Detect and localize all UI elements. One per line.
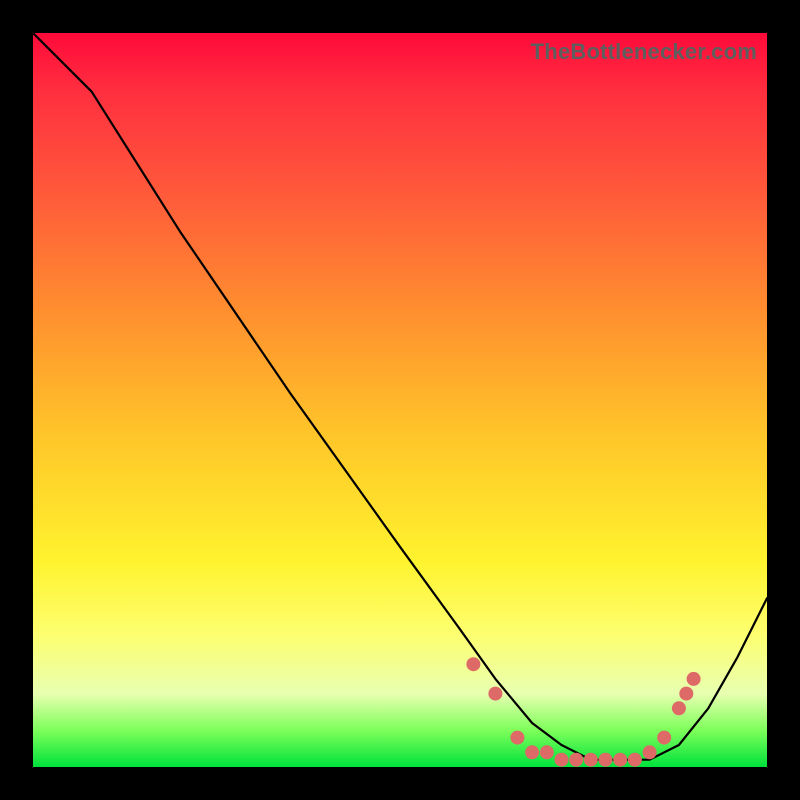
marker-dot [525, 745, 539, 759]
marker-dot [584, 753, 598, 767]
chart-frame: TheBottlenecker.com [0, 0, 800, 800]
marker-dot [679, 687, 693, 701]
marker-dot [643, 745, 657, 759]
marker-dot [599, 753, 613, 767]
marker-dot [488, 687, 502, 701]
marker-dot [466, 657, 480, 671]
plot-area: TheBottlenecker.com [33, 33, 767, 767]
marker-dot [555, 753, 569, 767]
marker-dot [657, 731, 671, 745]
bottleneck-curve [33, 33, 767, 760]
marker-dot [569, 753, 583, 767]
marker-dot [672, 701, 686, 715]
marker-dot [510, 731, 524, 745]
marker-dot [628, 753, 642, 767]
marker-dot [687, 672, 701, 686]
marker-dot [540, 745, 554, 759]
chart-svg [33, 33, 767, 767]
highlight-dots [466, 657, 700, 767]
marker-dot [613, 753, 627, 767]
